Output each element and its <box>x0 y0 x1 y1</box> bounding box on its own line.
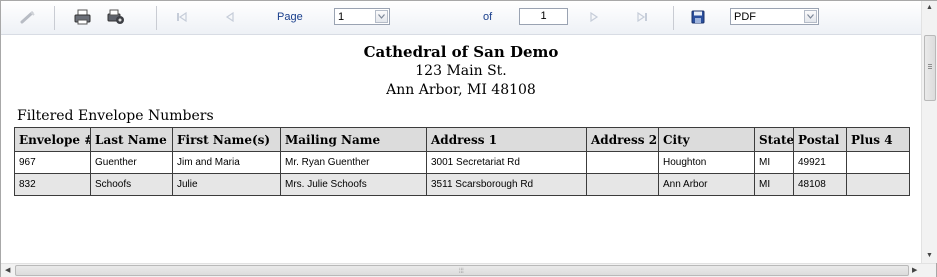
table-row: 967 Guenther Jim and Maria Mr. Ryan Guen… <box>14 151 910 174</box>
column-header: Mailing Name <box>280 127 427 152</box>
column-header: Envelope # <box>14 127 91 152</box>
toolbar-separator <box>156 6 157 30</box>
vertical-scrollbar[interactable]: ▲ ▼ <box>921 1 937 263</box>
scroll-up-icon[interactable]: ▲ <box>926 4 933 11</box>
last-page-icon[interactable] <box>633 9 651 25</box>
table-cell: 3001 Secretariat Rd <box>426 151 587 174</box>
table-cell: 48108 <box>793 173 847 196</box>
column-header: Address 1 <box>426 127 587 152</box>
export-format-value: PDF <box>734 11 756 23</box>
wand-icon[interactable] <box>19 9 37 25</box>
report-viewer: Page 1 of 1 PDF Cathedral of San Demo 12… <box>0 0 937 277</box>
page-select[interactable]: 1 <box>334 8 390 25</box>
report-header: Cathedral of San Demo 123 Main St. Ann A… <box>1 43 921 100</box>
vertical-scroll-thumb[interactable] <box>924 35 936 101</box>
table-cell <box>846 173 910 196</box>
of-label: of <box>483 11 493 23</box>
save-icon[interactable] <box>689 9 707 25</box>
table-cell: 3511 Scarsborough Rd <box>426 173 587 196</box>
table-row: 832 Schoofs Julie Mrs. Julie Schoofs 351… <box>14 173 910 196</box>
column-header: Address 2 <box>586 127 659 152</box>
address-line-2: Ann Arbor, MI 48108 <box>386 82 536 98</box>
scroll-down-icon[interactable]: ▼ <box>926 252 933 259</box>
table-cell: 832 <box>14 173 91 196</box>
chevron-down-icon <box>804 10 817 23</box>
column-header: Plus 4 <box>846 127 910 152</box>
scroll-right-icon[interactable]: ▶ <box>912 267 917 274</box>
toolbar-separator <box>673 6 674 30</box>
table-cell: Jim and Maria <box>172 151 281 174</box>
table-cell <box>586 151 659 174</box>
previous-page-icon[interactable] <box>221 9 239 25</box>
table-cell: Ann Arbor <box>658 173 755 196</box>
next-page-icon[interactable] <box>585 9 603 25</box>
table-cell: 967 <box>14 151 91 174</box>
chevron-down-icon <box>375 10 388 23</box>
export-format-select[interactable]: PDF <box>730 8 819 25</box>
horizontal-scrollbar[interactable]: ◀ ⦙⦙⦙ ▶ <box>1 263 936 277</box>
table-cell: Julie <box>172 173 281 196</box>
column-header: Postal <box>793 127 847 152</box>
scroll-left-icon[interactable]: ◀ <box>5 267 10 274</box>
print-options-icon[interactable] <box>107 9 125 25</box>
envelope-table: Envelope # Last Name First Name(s) Maili… <box>14 127 910 196</box>
table-cell <box>846 151 910 174</box>
total-pages-field: 1 <box>519 8 568 25</box>
org-name: Cathedral of San Demo <box>363 43 559 61</box>
table-cell: 49921 <box>793 151 847 174</box>
scroll-grip-icon: ⦙⦙⦙ <box>459 268 464 275</box>
table-cell: MI <box>754 151 794 174</box>
section-title: Filtered Envelope Numbers <box>17 108 214 124</box>
page-select-value: 1 <box>338 11 345 23</box>
address-line-1: 123 Main St. <box>415 63 507 79</box>
table-cell: Houghton <box>658 151 755 174</box>
table-cell: Mrs. Julie Schoofs <box>280 173 427 196</box>
column-header: First Name(s) <box>172 127 281 152</box>
horizontal-scroll-thumb[interactable]: ⦙⦙⦙ <box>15 265 909 276</box>
table-cell: Schoofs <box>90 173 173 196</box>
table-header-row: Envelope # Last Name First Name(s) Maili… <box>14 127 910 152</box>
page-label: Page <box>277 11 303 23</box>
table-cell: MI <box>754 173 794 196</box>
first-page-icon[interactable] <box>173 9 191 25</box>
table-cell: Guenther <box>90 151 173 174</box>
column-header: City <box>658 127 755 152</box>
report-toolbar: Page 1 of 1 PDF <box>1 1 921 35</box>
table-cell <box>586 173 659 196</box>
print-icon[interactable] <box>74 9 92 25</box>
toolbar-separator <box>54 6 55 30</box>
column-header: Last Name <box>90 127 173 152</box>
table-cell: Mr. Ryan Guenther <box>280 151 427 174</box>
column-header: State <box>754 127 794 152</box>
